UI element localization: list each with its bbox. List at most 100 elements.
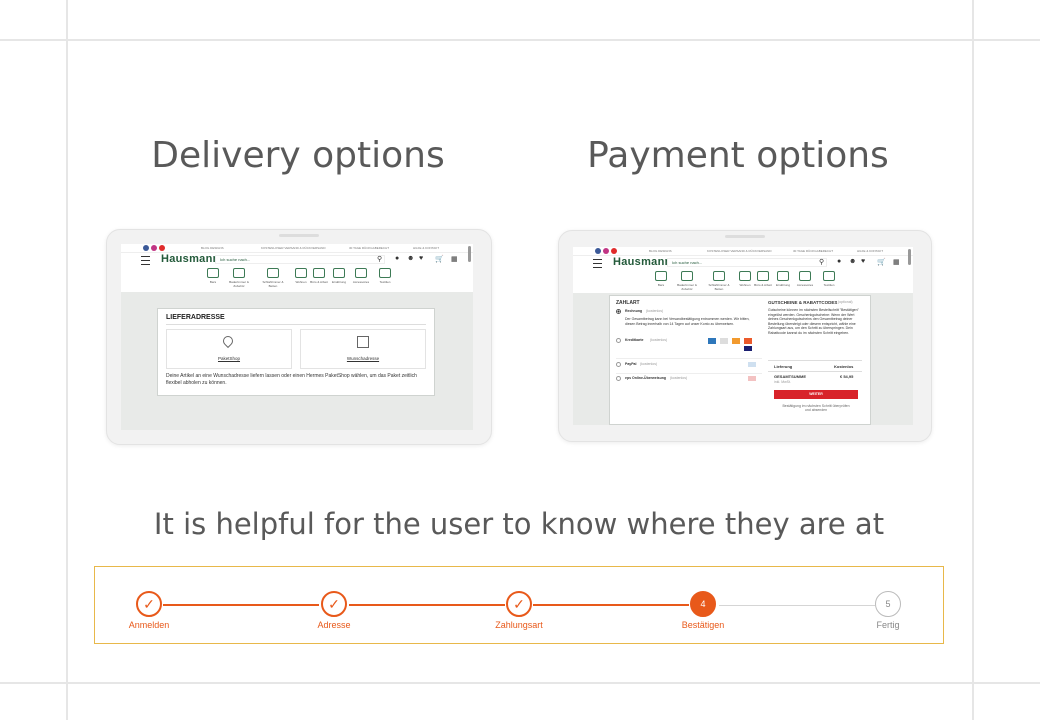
category-label: Schlafzimmer & Betten [708,283,730,291]
paketshop-option[interactable]: PaketShop [166,329,292,369]
zahlart-title: ZAHLART [616,300,640,306]
cup-icon [333,268,345,278]
step-1-label: Anmelden [128,620,170,630]
delivery-section-title: LIEFERADRESSE [166,314,225,321]
shop-logo[interactable]: Hausmann [613,256,672,268]
facebook-icon[interactable] [595,248,601,254]
method-note: (kostenlos) [646,309,664,313]
category-food[interactable]: Ernährung [771,271,795,287]
radio[interactable] [616,338,621,343]
grid-line-bottom [0,682,1040,684]
cart-icon[interactable]: 🛒 [877,258,886,266]
radio[interactable] [616,376,621,381]
topbar-link-return[interactable]: 30 TAGE RÜCKGABERECHT [793,249,833,253]
category-label: Textilien [823,283,835,287]
grid-line-left [66,0,68,720]
total-note: inkl. MwSt. [774,380,791,384]
visa-icon [744,346,752,351]
step-connector-3 [533,604,689,606]
topbar-link-blog[interactable]: BLOG DESIGNS [649,249,672,253]
paypal-icon [748,362,756,367]
eps-icon [748,376,756,381]
total-label: GESAMTSUMME [774,374,806,379]
location-icon[interactable]: ● [395,255,399,262]
desk-icon [313,268,325,278]
category-bars[interactable]: Bars [201,268,225,284]
search-input[interactable]: Ich suche nach... [215,255,385,264]
youtube-icon[interactable] [611,248,617,254]
menu-icon[interactable] [593,259,602,268]
payment-screen: BLOG DESIGNS KOSTENLOSER VERSAND & RÜCKV… [573,247,913,425]
step-2-check-icon[interactable]: ✓ [321,591,347,617]
user-icon[interactable]: ☻ [849,258,856,265]
scrollbar[interactable] [468,246,471,262]
search-icon[interactable]: ⚲ [377,255,382,263]
store-icon[interactable]: ▦ [451,255,458,263]
topbar-link-shipping[interactable]: KOSTENLOSER VERSAND & RÜCKVERSAND [261,246,326,250]
category-label: Accessoires [352,280,370,284]
category-label: Bars [657,283,665,287]
confirm-footer-note: Bestätigung im nächsten Schritt überprüf… [782,404,850,412]
category-label: Ernährung [331,280,346,284]
cart-icon[interactable]: 🛒 [435,255,444,263]
wunschadresse-option[interactable]: Wunschadresse [300,329,426,369]
payment-method-paypal[interactable]: PayPal (kostenlos) [616,362,762,372]
divider [768,371,862,372]
category-bath[interactable]: Badezimmer & Zubehör [675,271,699,291]
delivery-cost-value: Kostenlos [834,364,854,369]
search-input[interactable]: Ich suche nach... [667,258,827,267]
instagram-icon[interactable] [151,245,157,251]
category-label: Wohnen [295,280,307,284]
step-1-check-icon[interactable]: ✓ [136,591,162,617]
payment-method-eps[interactable]: eps Online-Überweisung (kostenlos) [616,376,762,386]
step-3-check-icon[interactable]: ✓ [506,591,532,617]
bed-icon [713,271,725,281]
payment-method-invoice[interactable]: Rechnung (kostenlos) Der Gesamtbetrag ka… [616,309,762,335]
category-textiles[interactable]: Textilien [373,268,397,284]
next-button[interactable]: WEITER [774,390,858,399]
radio-selected[interactable] [616,309,621,314]
topbar-link-shipping[interactable]: KOSTENLOSER VERSAND & RÜCKVERSAND [707,249,772,253]
method-label: Kreditkarte [625,338,644,342]
search-icon[interactable]: ⚲ [819,258,824,266]
bar-icon [207,268,219,278]
category-bar: Bars Badezimmer & Zubehör Schlafzimmer &… [121,268,473,291]
store-icon[interactable]: ▦ [893,258,900,266]
step-2-label: Adresse [317,620,351,630]
facebook-icon[interactable] [143,245,149,251]
shop-logo[interactable]: Hausmann [161,253,220,265]
caption-text: It is helpful for the user to know where… [153,507,885,541]
payment-method-creditcard[interactable]: Kreditkarte (kostenlos) [616,338,762,354]
heart-icon[interactable]: ♥ [419,255,423,262]
youtube-icon[interactable] [159,245,165,251]
bath-icon [681,271,693,281]
heart-icon[interactable]: ♥ [861,258,865,265]
category-bath[interactable]: Badezimmer & Zubehör [227,268,251,288]
topbar-link-help[interactable]: HILFE & KONTAKT [857,249,883,253]
shop-header: Hausmann Ich suche nach... ⚲ ● ☻ ♥ 🛒 ▦ [121,253,473,266]
cup-icon [777,271,789,281]
user-icon[interactable]: ☻ [407,255,414,262]
category-accessories[interactable]: Accessoires [349,268,373,284]
category-textiles[interactable]: Textilien [817,271,841,287]
step-connector-1 [163,604,319,606]
radio[interactable] [616,362,621,367]
scrollbar[interactable] [908,249,911,265]
method-label: eps Online-Überweisung [625,376,667,380]
location-pin-icon [220,333,236,349]
topbar-link-help[interactable]: HILFE & KONTAKT [413,246,439,250]
sofa-icon [295,268,307,278]
instagram-icon[interactable] [603,248,609,254]
topbar-link-return[interactable]: 30 TAGE RÜCKGABERECHT [349,246,389,250]
location-icon[interactable]: ● [837,258,841,265]
category-bedroom[interactable]: Schlafzimmer & Betten [261,268,285,288]
category-bars[interactable]: Bars [649,271,673,287]
category-food[interactable]: Ernährung [327,268,351,284]
shop-header: Hausmann Ich suche nach... ⚲ ● ☻ ♥ 🛒 ▦ [573,256,913,269]
voucher-title: GUTSCHEINE & RABATTCODES [768,300,838,305]
category-bedroom[interactable]: Schlafzimmer & Betten [707,271,731,291]
delivery-options-heading: Delivery options [151,135,445,176]
topbar-link-blog[interactable]: BLOG DESIGNS [201,246,224,250]
menu-icon[interactable] [141,256,150,265]
category-accessories[interactable]: Accessoires [793,271,817,287]
